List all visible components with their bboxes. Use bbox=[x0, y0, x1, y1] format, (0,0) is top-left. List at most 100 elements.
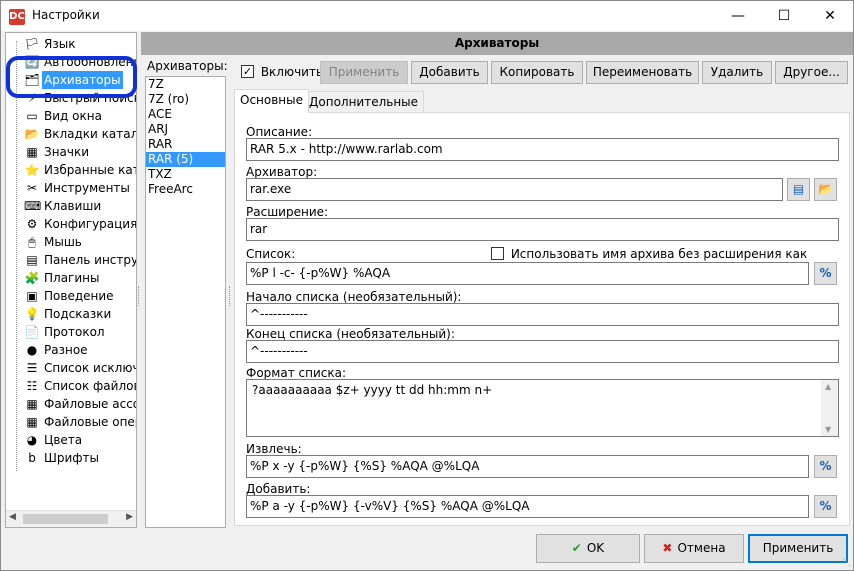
minimize-button[interactable]: — bbox=[715, 1, 761, 31]
list-format-textarea[interactable]: ?aaaaaaaaaa $z+ yyyy tt dd hh:mm n+ ▲ ▼ bbox=[246, 379, 839, 437]
toolbar-icon: ▤ bbox=[26, 253, 38, 267]
archiver-list-item[interactable]: 7Z bbox=[146, 77, 225, 92]
file-assoc-icon: ▦ bbox=[26, 397, 38, 411]
scroll-thumb[interactable] bbox=[23, 514, 108, 524]
list-end-label: Конец списка (необязательный): bbox=[246, 327, 455, 341]
add-command-input[interactable]: %P a -y {-p%W} {-v%V} {%S} %AQA @%LQA bbox=[246, 495, 809, 518]
tree-item-label: Поведение bbox=[44, 289, 114, 303]
list-end-input[interactable]: ^----------- bbox=[246, 340, 839, 363]
rename-archiver-button[interactable]: Переименовать bbox=[586, 61, 699, 84]
settings-tree[interactable]: 🏳Язык🔄Автообновление🗂Архиваторы⚡Быстрый … bbox=[5, 32, 137, 528]
list-params-button[interactable]: % bbox=[814, 262, 837, 285]
section-header: Архиваторы bbox=[141, 32, 853, 55]
archiver-label: Архиватор: bbox=[246, 165, 318, 179]
tree-item-label: Клавиши bbox=[44, 199, 102, 213]
icons-icon: ▦ bbox=[26, 145, 38, 159]
ok-button[interactable]: ✔ OK bbox=[536, 534, 640, 563]
dc-app-icon: DC bbox=[9, 9, 25, 25]
apply-toolbar-button[interactable]: Применить bbox=[320, 61, 408, 84]
tree-item-label: Конфигурация bbox=[44, 217, 137, 231]
window-view-icon: ▭ bbox=[26, 109, 38, 123]
tree-item-label: Список исключений bbox=[44, 361, 136, 375]
enable-checkbox[interactable]: ✓ Включить bbox=[241, 64, 323, 79]
apply-button[interactable]: Применить bbox=[748, 534, 848, 563]
keyboard-icon: ⌨ bbox=[24, 199, 42, 213]
tab-advanced[interactable]: Дополнительные bbox=[303, 91, 425, 113]
tab-basic[interactable]: Основные bbox=[234, 89, 310, 113]
file-list-icon: ☷ bbox=[26, 379, 38, 393]
resize-grip-icon[interactable]: ⋱ bbox=[842, 558, 851, 568]
archiver-list-item[interactable]: ACE bbox=[146, 107, 225, 122]
log-icon: 📄 bbox=[24, 325, 40, 339]
add-archiver-button[interactable]: Добавить bbox=[411, 61, 488, 84]
tree-item-label: Плагины bbox=[44, 271, 100, 285]
scroll-down-icon[interactable]: ▼ bbox=[825, 425, 831, 434]
exclusions-icon: ☰ bbox=[26, 361, 38, 375]
tools-icon: ✂ bbox=[26, 181, 38, 195]
misc-icon: ● bbox=[26, 343, 38, 357]
archiver-list-item[interactable]: FreeArc bbox=[146, 182, 225, 197]
tree-item-label: Подсказки bbox=[44, 307, 112, 321]
archiver-list-item[interactable]: 7Z (ro) bbox=[146, 92, 225, 107]
list-format-label: Формат списка: bbox=[246, 366, 346, 380]
list-start-label: Начало списка (необязательный): bbox=[246, 290, 462, 304]
tree-item-label: Панель инструментов bbox=[44, 253, 137, 267]
extract-label: Извлечь: bbox=[246, 442, 302, 456]
scroll-up-icon[interactable]: ▲ bbox=[825, 382, 831, 391]
settings-window: DC Настройки — ☐ ✕ 🏳Язык🔄Автообновление🗂… bbox=[0, 0, 854, 571]
archiver-input[interactable]: rar.exe bbox=[246, 178, 783, 201]
scroll-right-icon[interactable]: ▶ bbox=[126, 512, 133, 522]
folder-tabs-icon: 📂 bbox=[24, 127, 40, 141]
scroll-left-icon[interactable]: ◀ bbox=[9, 512, 16, 522]
archiver-list-item[interactable]: TXZ bbox=[146, 167, 225, 182]
splitter-grip[interactable] bbox=[138, 286, 141, 306]
add-params-button[interactable]: % bbox=[814, 495, 837, 518]
tree-guide-line bbox=[16, 41, 17, 471]
ok-label: OK bbox=[586, 541, 605, 555]
splitter-grip[interactable] bbox=[229, 286, 232, 306]
other-menu-button[interactable]: Другое... bbox=[775, 61, 848, 84]
favorites-icon: ⭐ bbox=[24, 163, 40, 177]
description-input[interactable]: RAR 5.x - http://www.rarlab.com bbox=[246, 138, 839, 161]
use-name-check-box[interactable] bbox=[491, 247, 504, 260]
tree-item-label: Список файлов bbox=[44, 379, 137, 393]
mouse-icon: 🖱 bbox=[28, 235, 36, 249]
add-label: Добавить: bbox=[246, 482, 311, 496]
flag-icon: 🏳 bbox=[24, 37, 40, 51]
extension-input[interactable]: rar bbox=[246, 218, 839, 241]
archiver-list-item[interactable]: RAR bbox=[146, 137, 225, 152]
tree-item-label: Инструменты bbox=[44, 181, 130, 195]
cross-icon: ✖ bbox=[662, 541, 673, 555]
tree-horizontal-scrollbar[interactable]: ◀ ▶ bbox=[6, 510, 136, 527]
file-view-icon: ▤ bbox=[792, 182, 805, 196]
archivers-list[interactable]: 7Z 7Z (ro) ACE ARJ RAR RAR (5) TXZ FreeArc bbox=[145, 76, 226, 528]
enable-check-box[interactable]: ✓ bbox=[241, 65, 254, 78]
tree-item-label: Значки bbox=[44, 145, 90, 159]
tree-item-label: Разное bbox=[44, 343, 88, 357]
tree-item-label: Шрифты bbox=[44, 451, 99, 465]
archiver-list-item[interactable]: RAR (5) bbox=[146, 152, 225, 167]
tree-item-label: Вкладки каталогов bbox=[44, 127, 136, 141]
list-command-input[interactable]: %P l -c- {-p%W} %AQA bbox=[246, 262, 809, 285]
extract-params-button[interactable]: % bbox=[814, 455, 837, 478]
memo-vertical-scrollbar[interactable]: ▲ ▼ bbox=[821, 380, 838, 436]
tree-item-label: Язык bbox=[44, 37, 76, 51]
tree-item-label: Файловые операции bbox=[44, 415, 136, 429]
maximize-button[interactable]: ☐ bbox=[761, 1, 807, 31]
archiver-list-item[interactable]: ARJ bbox=[146, 122, 225, 137]
copy-archiver-button[interactable]: Копировать bbox=[491, 61, 583, 84]
delete-archiver-button[interactable]: Удалить bbox=[702, 61, 772, 84]
tree-item-label: Цвета bbox=[44, 433, 83, 447]
extension-label: Расширение: bbox=[246, 205, 329, 219]
view-file-button[interactable]: ▤ bbox=[787, 178, 810, 201]
list-start-input[interactable]: ^----------- bbox=[246, 303, 839, 326]
percent-icon: % bbox=[819, 459, 832, 473]
list-label: Список: bbox=[246, 247, 296, 261]
tree-item-label: Вид окна bbox=[44, 109, 102, 123]
config-icon: ⚙ bbox=[26, 217, 38, 231]
browse-button[interactable]: 📂 bbox=[814, 178, 837, 201]
cancel-button[interactable]: ✖ Отмена bbox=[644, 534, 744, 563]
close-button[interactable]: ✕ bbox=[807, 1, 853, 31]
extract-command-input[interactable]: %P x -y {-p%W} {%S} %AQA @%LQA bbox=[246, 455, 809, 478]
enable-label: Включить bbox=[260, 64, 324, 79]
